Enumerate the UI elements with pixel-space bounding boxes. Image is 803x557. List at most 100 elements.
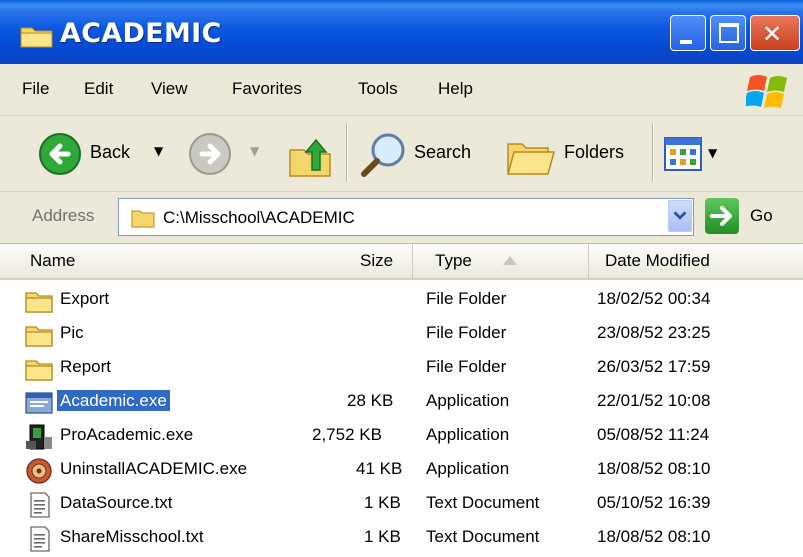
minimize-icon <box>680 40 692 44</box>
menu-favorites[interactable]: Favorites <box>232 79 302 99</box>
toolbar-separator <box>346 124 347 182</box>
toolbar: Back ▼ ▼ Search Folders ▼ <box>0 116 803 192</box>
file-date: 22/01/52 10:08 <box>597 391 711 410</box>
column-header-type-label: Type <box>435 251 472 270</box>
go-label[interactable]: Go <box>750 206 773 226</box>
file-date: 23/08/52 23:25 <box>597 323 711 342</box>
go-arrow-icon <box>710 206 732 226</box>
file-name: DataSource.txt <box>60 493 173 512</box>
pro-application-icon <box>26 424 52 450</box>
file-date: 05/08/52 11:24 <box>597 425 710 444</box>
file-size: 1 KB <box>364 527 401 546</box>
maximize-button[interactable] <box>710 15 746 51</box>
maximize-icon <box>719 23 739 43</box>
file-name: ShareMisschool.txt <box>60 527 204 546</box>
views-button[interactable]: ▼ <box>664 134 734 176</box>
sort-ascending-icon <box>503 256 517 265</box>
file-type: Application <box>426 459 510 478</box>
file-name: Pic <box>60 323 84 342</box>
forward-arrow-icon <box>189 133 231 175</box>
file-type: Text Document <box>426 493 540 512</box>
file-size: 41 KB <box>356 459 403 478</box>
column-header-name-label: Name <box>30 251 76 270</box>
menu-edit[interactable]: Edit <box>84 79 113 99</box>
back-arrow-icon <box>39 133 81 175</box>
chevron-down-icon <box>673 211 687 220</box>
file-type: File Folder <box>426 323 507 342</box>
folders-label: Folders <box>564 142 625 162</box>
forward-dropdown-icon[interactable]: ▼ <box>250 144 259 158</box>
search-label: Search <box>414 142 472 162</box>
toolbar-separator <box>652 124 653 182</box>
address-input[interactable]: C:\Misschool\ACADEMIC <box>118 198 694 236</box>
text-document-icon <box>30 492 50 518</box>
address-label: Address <box>32 206 95 225</box>
file-date: 26/03/52 17:59 <box>597 357 711 376</box>
column-header-type[interactable]: Type <box>413 244 589 278</box>
column-header-name[interactable]: Name Size <box>0 244 413 278</box>
menu-bar: File Edit View Favorites Tools Help <box>0 64 803 116</box>
go-button[interactable] <box>705 198 739 234</box>
folder-icon <box>131 210 155 228</box>
file-name: ProAcademic.exe <box>60 425 194 444</box>
file-type: File Folder <box>426 289 507 308</box>
folder-icon <box>25 292 53 313</box>
file-date: 18/02/52 00:34 <box>597 289 711 308</box>
minimize-button[interactable] <box>670 15 706 51</box>
application-icon <box>25 392 53 414</box>
file-type: Application <box>426 425 510 444</box>
column-header-date-label: Date Modified <box>605 251 710 270</box>
file-name: UninstallACADEMIC.exe <box>60 459 248 478</box>
list-item-report[interactable]: Report File Folder 26/03/52 17:59 <box>0 352 803 386</box>
views-dropdown-icon[interactable]: ▼ <box>708 146 717 160</box>
file-name: Export <box>60 289 110 308</box>
menu-file[interactable]: File <box>22 79 49 99</box>
window-title: ACADEMIC <box>60 18 222 49</box>
up-folder-icon[interactable] <box>288 134 332 178</box>
list-item-uninstall-exe[interactable]: UninstallACADEMIC.exe 41 KB Application … <box>0 454 803 488</box>
column-header-size-label: Size <box>360 251 394 270</box>
folder-icon <box>20 27 53 48</box>
back-button[interactable]: Back ▼ <box>34 126 174 182</box>
selected-file-name: Academic.exe <box>57 390 170 411</box>
file-size: 2,752 KB <box>312 425 382 444</box>
file-date: 18/08/52 08:10 <box>597 527 711 546</box>
file-name: Report <box>60 357 112 376</box>
windows-logo-icon <box>746 75 787 108</box>
file-type: Text Document <box>426 527 540 546</box>
close-icon: ✕ <box>762 20 783 48</box>
title-bar[interactable]: ACADEMIC ✕ <box>0 0 803 64</box>
file-type: Application <box>426 391 510 410</box>
file-size: 28 KB <box>347 391 394 410</box>
file-date: 05/10/52 16:39 <box>597 493 711 512</box>
list-item-datasource-txt[interactable]: DataSource.txt 1 KB Text Document 05/10/… <box>0 488 803 522</box>
list-item-export[interactable]: Export File Folder 18/02/52 00:34 <box>0 284 803 318</box>
column-header-date[interactable]: Date Modified <box>589 244 803 278</box>
back-label: Back <box>90 142 131 162</box>
folder-icon <box>25 326 53 347</box>
list-item-pic[interactable]: Pic File Folder 23/08/52 23:25 <box>0 318 803 352</box>
list-item-sharemisschool-txt[interactable]: ShareMisschool.txt 1 KB Text Document 18… <box>0 522 803 556</box>
file-name: Academic.exe <box>57 390 170 411</box>
text-document-icon <box>30 526 50 552</box>
folders-icon <box>507 143 555 175</box>
explorer-window: ACADEMIC ✕ File Edit View Favorites Tool… <box>0 0 803 557</box>
views-icon <box>664 137 702 171</box>
menu-help[interactable]: Help <box>438 79 473 99</box>
menu-tools[interactable]: Tools <box>358 79 398 99</box>
address-dropdown-button[interactable] <box>668 200 692 232</box>
list-item-proacademic-exe[interactable]: ProAcademic.exe 2,752 KB Application 05/… <box>0 420 803 454</box>
file-date: 18/08/52 08:10 <box>597 459 711 478</box>
address-value: C:\Misschool\ACADEMIC <box>163 208 355 227</box>
folders-button[interactable]: Folders <box>506 126 636 182</box>
folder-icon <box>25 360 53 381</box>
forward-button[interactable]: ▼ <box>188 132 268 178</box>
back-dropdown-icon[interactable]: ▼ <box>154 144 163 158</box>
file-type: File Folder <box>426 357 507 376</box>
uninstall-icon <box>26 458 52 484</box>
close-button[interactable]: ✕ <box>750 15 800 51</box>
search-button[interactable]: Search <box>358 126 488 182</box>
list-item-academic-exe[interactable]: Academic.exe 28 KB Application 22/01/52 … <box>0 386 803 420</box>
search-icon <box>361 133 405 177</box>
menu-view[interactable]: View <box>151 79 188 99</box>
